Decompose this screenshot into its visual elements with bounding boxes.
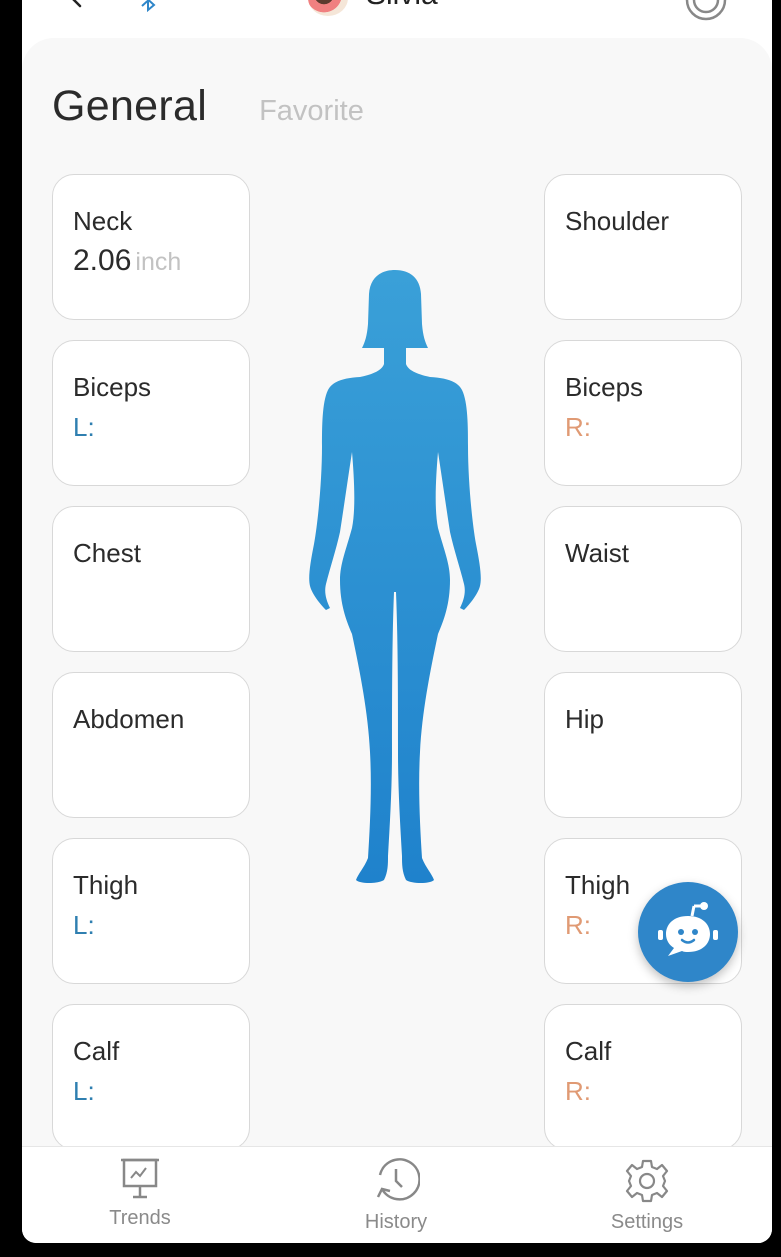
measurement-value: 2.06 xyxy=(73,244,132,277)
side-indicator-right: R: xyxy=(565,412,591,442)
card-thigh-left[interactable]: Thigh L: xyxy=(52,838,250,984)
card-calf-right[interactable]: Calf R: xyxy=(544,1004,742,1150)
card-label: Calf xyxy=(73,1036,120,1066)
side-indicator-left: L: xyxy=(73,1076,95,1106)
card-chest[interactable]: Chest xyxy=(52,506,250,652)
side-indicator-left: L: xyxy=(73,412,95,442)
avatar[interactable] xyxy=(308,0,348,16)
card-biceps-left[interactable]: Biceps L: xyxy=(52,340,250,486)
side-indicator-left: L: xyxy=(73,910,95,940)
chatbot-button[interactable] xyxy=(638,882,738,982)
nav-trends[interactable]: Trends xyxy=(60,1147,220,1230)
nav-history[interactable]: History xyxy=(316,1147,476,1234)
phone-screen: Silvia General Favorite Neck 2.06inch Bi… xyxy=(22,0,772,1243)
nav-label: History xyxy=(364,1211,428,1233)
card-label: Hip xyxy=(565,704,605,734)
tab-bar: General Favorite xyxy=(52,82,364,131)
back-arrow-icon[interactable] xyxy=(66,0,88,8)
card-label: Calf xyxy=(565,1036,612,1066)
card-label: Waist xyxy=(565,538,630,568)
card-shoulder[interactable]: Shoulder xyxy=(544,174,742,320)
side-indicator-right: R: xyxy=(565,1076,591,1106)
card-label: Abdomen xyxy=(73,704,185,734)
bottom-nav: Trends History Settings xyxy=(22,1146,772,1243)
card-biceps-right[interactable]: Biceps R: xyxy=(544,340,742,486)
chatbot-icon xyxy=(658,902,718,956)
card-neck[interactable]: Neck 2.06 inch xyxy=(52,174,250,320)
card-label: Chest xyxy=(73,538,141,568)
target-icon[interactable] xyxy=(684,0,728,22)
nav-label: Settings xyxy=(610,1211,684,1233)
top-header: Silvia xyxy=(22,0,772,30)
card-hip[interactable]: Hip xyxy=(544,672,742,818)
card-label: Shoulder xyxy=(565,206,670,236)
card-label: Biceps xyxy=(73,372,152,402)
card-label: Biceps xyxy=(565,372,644,402)
measurement-unit: inch xyxy=(135,248,182,276)
card-abdomen[interactable]: Abdomen xyxy=(52,672,250,818)
body-silhouette-icon xyxy=(309,270,481,883)
nav-label: Trends xyxy=(109,1207,171,1229)
bluetooth-icon[interactable] xyxy=(138,0,160,12)
card-label: Neck xyxy=(73,206,133,236)
card-calf-left[interactable]: Calf L: xyxy=(52,1004,250,1150)
tab-general[interactable]: General xyxy=(52,82,207,131)
trends-icon xyxy=(121,1158,159,1199)
tab-favorite[interactable]: Favorite xyxy=(259,95,364,128)
history-icon xyxy=(376,1158,420,1201)
user-name[interactable]: Silvia xyxy=(366,0,438,10)
gear-icon xyxy=(625,1159,669,1203)
card-value: 2.06 inch xyxy=(73,245,249,278)
nav-settings[interactable]: Settings xyxy=(567,1147,727,1234)
card-label: Thigh xyxy=(73,870,139,900)
card-waist[interactable]: Waist xyxy=(544,506,742,652)
